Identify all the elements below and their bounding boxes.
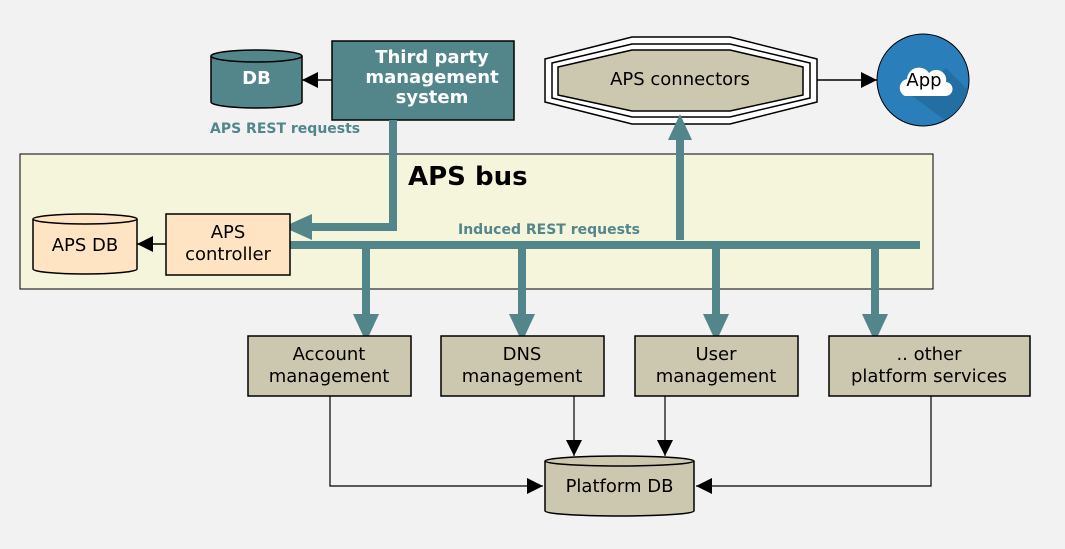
- svg-text:DB: DB: [242, 68, 271, 89]
- dns-management-box: DNS management: [440, 335, 605, 397]
- user-management-box: User management: [634, 335, 799, 397]
- aps-db-cylinder: APS DB: [32, 213, 138, 275]
- account-management-box: Account management: [247, 335, 412, 397]
- svg-text:APS DB: APS DB: [52, 235, 119, 256]
- arrow-account-to-platform-db: [329, 396, 543, 494]
- arrow-other-to-platform-db: [696, 396, 932, 494]
- db-cylinder: DB: [210, 49, 303, 109]
- platform-db-cylinder: Platform DB: [544, 455, 695, 517]
- aps-connectors-node: APS connectors: [544, 36, 818, 125]
- app-node: App: [876, 33, 970, 127]
- svg-text:App: App: [906, 70, 941, 91]
- rest-requests-label: APS REST requests: [210, 121, 360, 137]
- aps-bus-title: APS bus: [408, 162, 528, 192]
- other-services-box: .. other platform services: [828, 335, 1031, 397]
- svg-text:APS connectors: APS connectors: [610, 69, 750, 90]
- aps-controller-box: APS controller: [165, 213, 291, 276]
- induced-requests-label: Induced REST requests: [458, 222, 640, 238]
- third-party-system-box: Third party management system: [331, 40, 515, 121]
- architecture-diagram: APS bus DB Third party management system A…: [19, 33, 1031, 517]
- svg-text:Platform DB: Platform DB: [566, 476, 674, 497]
